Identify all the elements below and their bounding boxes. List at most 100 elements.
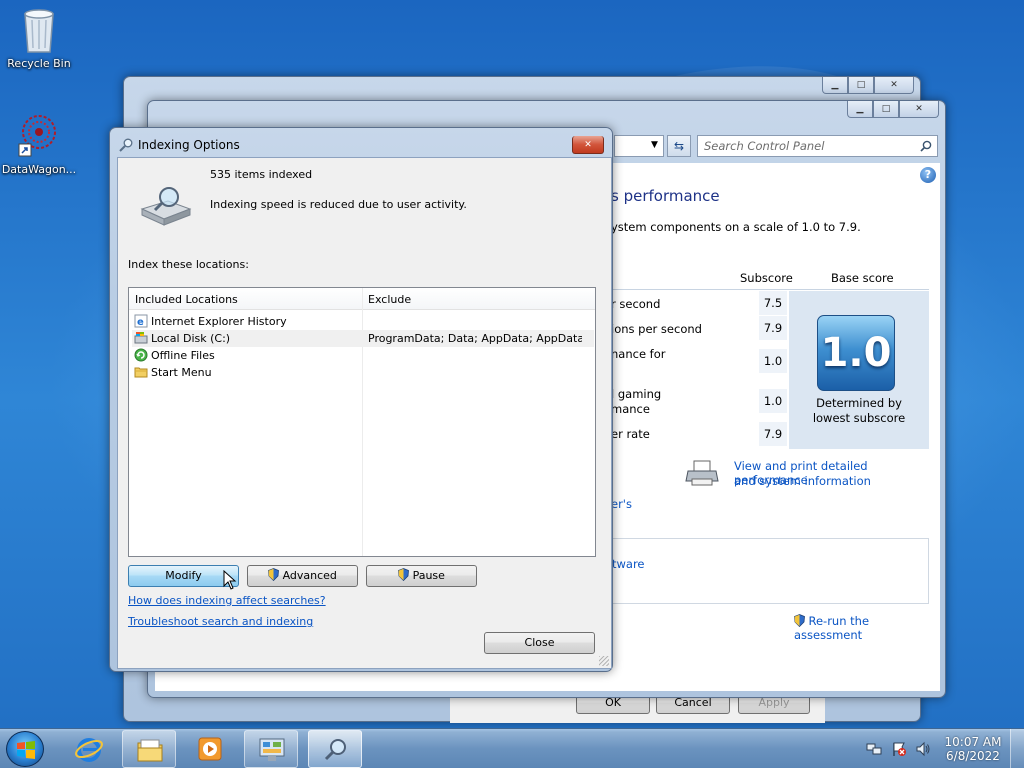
show-desktop-button[interactable] [1010,729,1024,768]
component-rate-label: nance for [611,347,666,361]
location-row[interactable]: Offline Files [132,347,594,364]
indexing-options-title-icon [119,138,133,152]
troubleshoot-indexing-link[interactable]: Troubleshoot search and indexing [128,615,313,628]
network-icon[interactable] [866,741,882,757]
svg-text:e: e [137,317,144,328]
base-score-caption: Determined by [816,396,902,410]
location-row[interactable]: Local Disk (C:) ProgramData; Data; AppDa… [132,330,594,347]
help-icon[interactable]: ? [920,167,936,183]
subscore-value: 1.0 [759,349,787,373]
location-name: Start Menu [151,366,212,379]
datawagon-shortcut[interactable]: DataWagon... [0,112,78,176]
base-score-header: Base score [831,271,894,285]
close-dialog-button[interactable]: Close [484,632,595,654]
search-placeholder: Search Control Panel [704,139,825,153]
media-player-icon [198,737,222,761]
control-panel-icon [259,738,285,761]
maximize-button[interactable]: □ [848,77,874,94]
dialog-title: Indexing Options [138,138,240,152]
base-score-badge: 1.0 [817,315,895,391]
recycle-bin-shortcut[interactable]: Recycle Bin [0,6,78,70]
component-rate-label: er rate [611,427,650,441]
search-input[interactable]: Search Control Panel [697,135,938,157]
score-table: r second 7.5 ions per second 7.9 nance f… [611,291,929,449]
clock-time: 10:07 AM [944,735,1002,749]
subscore-value: 7.9 [759,422,787,446]
locations-list[interactable]: Included Locations Exclude e Internet Ex… [128,287,596,557]
taskbar-indexing-options[interactable] [308,730,362,768]
offline-files-icon [134,348,148,362]
pause-button[interactable]: Pause [366,565,477,587]
header-divider [611,289,929,290]
component-rate-label: ions per second [611,322,702,336]
indexing-drive-icon [140,187,192,226]
address-bar[interactable]: ▼ [614,135,664,157]
advanced-button[interactable]: Advanced [247,565,358,587]
taskbar-internet-explorer[interactable] [62,730,116,768]
advanced-button-label: Advanced [282,569,337,582]
rerun-assessment-link[interactable]: Re-run the assessment [794,614,869,642]
indexing-options-dialog[interactable]: Indexing Options ✕ 535 items indexed Ind… [109,127,613,672]
system-clock[interactable]: 10:07 AM 6/8/2022 [943,735,1003,763]
volume-icon[interactable] [915,741,931,757]
clock-date: 6/8/2022 [946,749,1000,763]
windows-logo-icon [17,741,35,759]
info-box: tware [611,538,929,604]
local-disk-icon [134,332,148,344]
subscore-value: 7.9 [759,316,787,340]
how-indexing-affects-searches-link[interactable]: How does indexing affect searches? [128,594,326,607]
internet-explorer-icon [75,738,103,762]
search-icon[interactable] [920,140,932,152]
location-name: Internet Explorer History [151,315,287,328]
location-row[interactable]: e Internet Explorer History [132,313,594,330]
indexing-options-icon [324,739,346,761]
minimize-button[interactable]: ▁ [847,101,873,118]
start-button[interactable] [6,731,44,767]
index-locations-label: Index these locations: [128,258,249,271]
resize-grip[interactable] [599,656,609,666]
subscore-value: 7.5 [759,291,787,315]
component-rate-label: mance [611,402,650,416]
uac-shield-icon [268,568,280,581]
datawagon-icon [18,115,56,157]
close-button[interactable]: ✕ [899,101,939,118]
dialog-body: 535 items indexed Indexing speed is redu… [117,157,612,669]
location-name: Local Disk (C:) [151,332,231,345]
uac-shield-icon [398,568,409,581]
subscore-header: Subscore [740,271,793,285]
partial-link[interactable]: er's [611,497,632,511]
windows-explorer-icon [137,739,163,762]
datawagon-label: DataWagon... [1,163,77,176]
mouse-cursor-icon [223,570,237,590]
pause-button-label: Pause [412,569,445,582]
indexing-status: Indexing speed is reduced due to user ac… [210,198,467,211]
performance-window-caption-buttons: ▁ □ ✕ [847,101,939,118]
refresh-icon[interactable]: ⇆ [667,135,691,157]
close-button[interactable]: ✕ [572,136,604,154]
page-heading: s performance [611,187,720,205]
taskbar-media-player[interactable] [183,730,237,768]
maximize-button[interactable]: □ [873,101,899,118]
uac-shield-icon [794,614,805,627]
printer-icon [685,460,719,486]
location-exclude: ProgramData; Data; AppData; AppData; ... [368,332,582,345]
minimize-button[interactable]: ▁ [822,77,848,94]
taskbar: 10:07 AM 6/8/2022 [0,728,1024,768]
location-row[interactable]: Start Menu [132,364,594,381]
software-link[interactable]: tware [612,557,645,571]
close-button[interactable]: ✕ [874,77,914,94]
chevron-down-icon[interactable]: ▼ [651,140,658,150]
recycle-bin-icon [24,9,54,53]
included-locations-column[interactable]: Included Locations [135,293,238,306]
taskbar-control-panel[interactable] [244,730,298,768]
items-indexed-count: 535 items indexed [210,168,313,181]
rerun-assessment[interactable]: Re-run the assessment [794,614,940,642]
exclude-column[interactable]: Exclude [368,293,411,306]
view-print-details-link-line2[interactable]: and system information [734,474,871,488]
location-name: Offline Files [151,349,215,362]
component-rate-label: r second [611,297,661,311]
page-description: ystem components on a scale of 1.0 to 7.… [611,220,861,234]
action-center-icon[interactable] [891,741,907,757]
taskbar-windows-explorer[interactable] [122,730,176,768]
back-window-caption-buttons: ▁ □ ✕ [822,77,914,94]
